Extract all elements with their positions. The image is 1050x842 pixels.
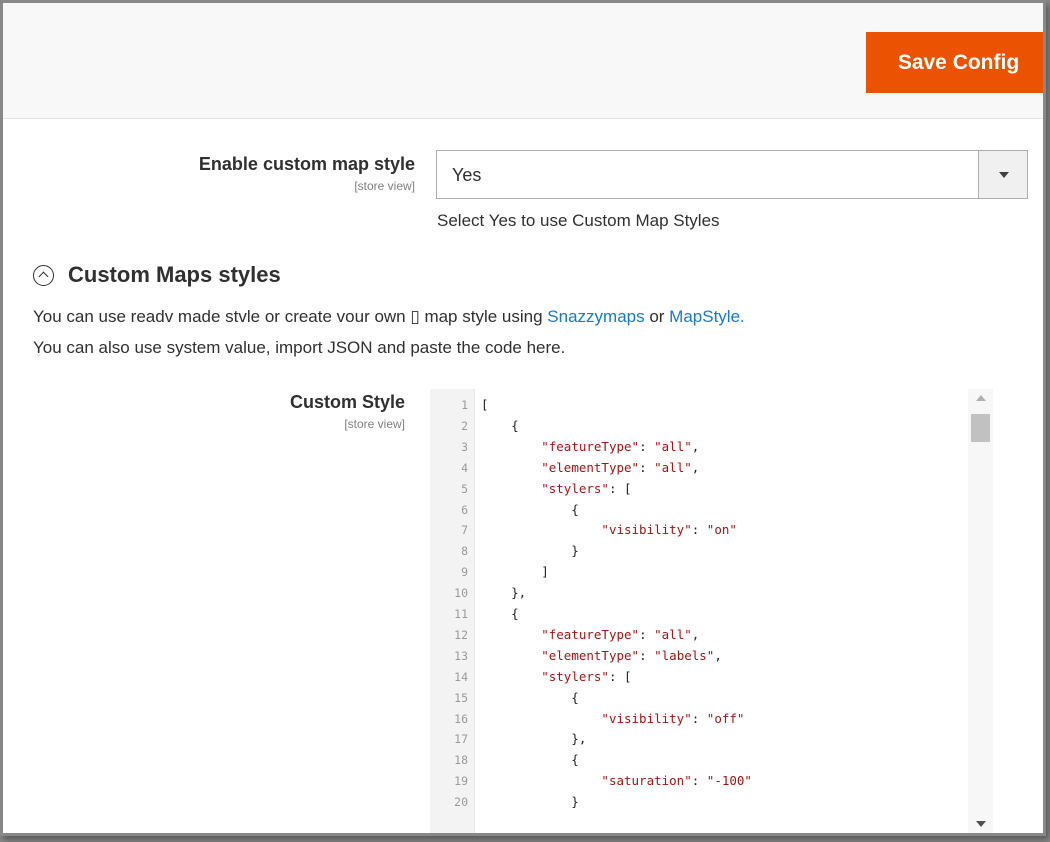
code-line: 10 }, <box>430 584 950 602</box>
line-number: 14 <box>454 669 468 684</box>
custom-style-code-editor[interactable]: 1[2 {3 "featureType": "all", 4 "elementTy… <box>430 389 995 833</box>
code-text: "visibility": "off" <box>601 710 745 726</box>
code-line: 5 "stylers": [ <box>430 480 950 498</box>
code-text: "stylers": [ <box>541 480 632 496</box>
code-text: }, <box>481 585 527 601</box>
line-number: 17 <box>454 732 468 747</box>
line-number: 13 <box>454 648 468 663</box>
code-text: "featureType": "all", <box>541 438 700 454</box>
code-line: 20 } <box>430 793 950 811</box>
select-toggle[interactable] <box>978 151 1027 198</box>
line-number: 2 <box>461 418 468 433</box>
code-line: 7 "visibility": "on" <box>430 521 950 539</box>
line-number: 4 <box>461 460 468 475</box>
code-text: } <box>481 543 579 559</box>
code-line: 4 "elementType": "all", <box>430 459 950 477</box>
enable-field-note: Select Yes to use Custom Map Styles <box>437 211 720 230</box>
code-text: "saturation": "-100" <box>601 773 752 789</box>
code-line: 11 { <box>430 605 950 623</box>
code-text: "elementType": "labels", <box>541 647 722 663</box>
save-config-button[interactable]: Save Config <box>866 32 1043 93</box>
line-number: 12 <box>454 627 468 642</box>
mapstyle-link[interactable]: MapStyle. <box>669 307 745 326</box>
desc-text-1: You can use readv made stvle or create v… <box>33 307 548 326</box>
line-number: 11 <box>454 607 468 621</box>
code-line: 12 "featureType": "all", <box>430 626 950 644</box>
section-header[interactable]: Custom Maps styles <box>33 262 281 288</box>
code-line: 3 "featureType": "all", <box>430 438 950 456</box>
code-text: { <box>481 752 579 768</box>
scroll-down-icon[interactable] <box>976 821 986 827</box>
code-text: ] <box>481 564 549 580</box>
custom-style-label: Custom Style <box>289 392 405 412</box>
enable-custom-map-style-select[interactable]: Yes <box>436 150 1028 199</box>
code-text: [ <box>481 397 489 412</box>
section-title: Custom Maps styles <box>68 262 281 287</box>
admin-config-panel: Save Config Enable custom map style [sto… <box>0 0 1046 836</box>
code-line: 17 }, <box>430 730 950 748</box>
code-text: { <box>481 689 579 705</box>
chevron-down-icon <box>999 172 1009 178</box>
snazzymaps-link[interactable]: Snazzymaps <box>547 307 644 326</box>
code-text: } <box>481 794 579 810</box>
code-text: { <box>481 501 579 517</box>
code-line: 1[ <box>430 396 950 414</box>
line-number: 19 <box>454 774 468 789</box>
line-number: 8 <box>461 544 468 559</box>
code-text: }, <box>481 731 587 747</box>
code-text: { <box>481 606 519 621</box>
enable-custom-map-style-label: Enable custom map style <box>198 154 415 174</box>
line-number: 6 <box>461 502 468 517</box>
code-line: 15 { <box>430 689 950 707</box>
code-line: 9 ] <box>430 563 950 581</box>
scroll-thumb[interactable] <box>971 414 990 442</box>
code-text: "stylers": [ <box>541 668 632 684</box>
line-number: 3 <box>461 439 468 454</box>
select-value: Yes <box>452 165 482 185</box>
desc-or: or <box>644 307 670 326</box>
code-line: 6 { <box>430 501 950 519</box>
scroll-up-icon[interactable] <box>976 395 986 401</box>
code-text: "elementType": "all", <box>541 459 700 475</box>
code-text: "featureType": "all", <box>541 626 700 642</box>
line-number: 18 <box>454 753 468 768</box>
code-line: 13 "elementType": "labels", <box>430 647 950 665</box>
code-line: 8 } <box>430 542 950 560</box>
line-number: 9 <box>461 565 468 580</box>
editor-scrollbar[interactable] <box>968 389 993 833</box>
line-number: 20 <box>454 795 468 810</box>
section-description-line2: You can also use system value, import JS… <box>33 338 566 357</box>
line-number: 1 <box>461 398 468 412</box>
code-text: "visibility": "on" <box>601 522 737 538</box>
code-text: { <box>481 417 519 433</box>
line-number: 5 <box>461 481 468 496</box>
code-line: 14 "stylers": [ <box>430 668 950 686</box>
line-number: 7 <box>461 523 468 538</box>
line-number: 10 <box>454 586 468 601</box>
collapse-circle-icon[interactable] <box>33 264 54 286</box>
code-line: 19 "saturation": "-100" <box>430 772 950 790</box>
line-number: 16 <box>454 711 468 726</box>
enable-field-scope: [store view] <box>354 179 415 193</box>
line-number: 15 <box>454 690 468 705</box>
page-actions-bar: Save Config <box>3 3 1043 119</box>
custom-style-scope: [store view] <box>344 417 405 431</box>
section-description: You can use readv made stvle or create v… <box>33 307 745 327</box>
code-line: 18 { <box>430 751 950 769</box>
code-line: 2 { <box>430 417 950 435</box>
code-line: 16 "visibility": "off" <box>430 710 950 728</box>
